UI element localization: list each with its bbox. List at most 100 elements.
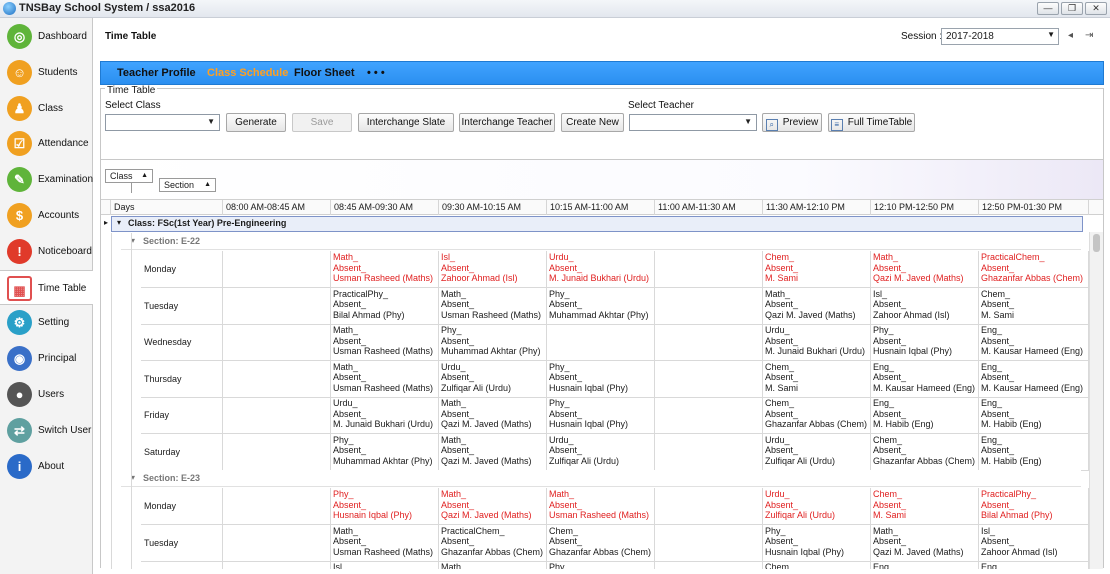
- table-row[interactable]: Tuesday PracticalPhy_ Absent_ Bilal Ahmad (…: [141, 287, 1089, 325]
- sidebar-item-students[interactable]: ☺ Students: [0, 55, 93, 90]
- period-cell[interactable]: [655, 561, 763, 569]
- period-cell[interactable]: Phy_ Absent_ Husnain Iqbal (Phy): [331, 488, 439, 525]
- period-cell[interactable]: Phy_Absent_: [547, 561, 655, 569]
- period-cell[interactable]: Urdu_ Absent_ Zulfiqar Ali (Urdu): [439, 360, 547, 398]
- period-cell[interactable]: Math_ Absent_ Usman Rasheed (Maths): [331, 360, 439, 398]
- period-cell[interactable]: [223, 360, 331, 398]
- period-cell[interactable]: Phy_ Absent_ Muhammad Akhtar (Phy): [331, 433, 439, 471]
- generate-button[interactable]: Generate: [226, 113, 286, 132]
- column-header-slot[interactable]: 11:00 AM-11:30 AM: [655, 200, 763, 215]
- period-cell[interactable]: Phy_ Absent_ Husnain Iqbal (Phy): [547, 360, 655, 398]
- column-header-slot[interactable]: 10:15 AM-11:00 AM: [547, 200, 655, 215]
- column-header-slot[interactable]: 12:50 PM-01:30 PM: [979, 200, 1089, 215]
- period-cell[interactable]: Phy_ Absent_ Husnain Iqbal (Phy): [547, 397, 655, 434]
- close-button[interactable]: ✕: [1085, 2, 1107, 15]
- vertical-scrollbar[interactable]: [1089, 232, 1103, 569]
- table-row[interactable]: Tuesday Math_ Absent_ Usman Rasheed (Maths)…: [141, 524, 1089, 562]
- period-cell[interactable]: [655, 488, 763, 525]
- full-timetable-button[interactable]: ≡ Full TimeTable: [828, 113, 915, 132]
- column-header-slot[interactable]: 12:10 PM-12:50 PM: [871, 200, 979, 215]
- save-button[interactable]: Save: [292, 113, 352, 132]
- minimize-button[interactable]: —: [1037, 2, 1059, 15]
- period-cell[interactable]: Eng_ Absent_ M. Habib (Eng): [979, 397, 1089, 434]
- group-chip-class[interactable]: Class ▲: [105, 169, 153, 183]
- period-cell[interactable]: Phy_ Absent_ Muhammad Akhtar (Phy): [439, 324, 547, 361]
- period-cell[interactable]: Chem_ Absent_ M. Sami: [763, 360, 871, 398]
- period-cell[interactable]: Urdu_ Absent_ M. Junaid Bukhari (Urdu): [331, 397, 439, 434]
- period-cell[interactable]: Math_ Absent_ Qazi M. Javed (Maths): [871, 251, 979, 288]
- period-cell[interactable]: Math_ Absent_ Usman Rasheed (Maths): [331, 524, 439, 562]
- session-select[interactable]: 2017-2018 ▼: [941, 28, 1059, 45]
- column-header-slot[interactable]: 08:45 AM-09:30 AM: [331, 200, 439, 215]
- sidebar-item-examination[interactable]: ✎ Examination: [0, 162, 93, 197]
- column-header-slot[interactable]: 09:30 AM-10:15 AM: [439, 200, 547, 215]
- period-cell[interactable]: Urdu_ Absent_ Zulfiqar Ali (Urdu): [547, 433, 655, 471]
- sidebar-item-attendance[interactable]: ☑ Attendance: [0, 126, 93, 161]
- create-new-button[interactable]: Create New: [561, 113, 624, 132]
- period-cell[interactable]: Urdu_ Absent_ M. Junaid Bukhari (Urdu): [763, 324, 871, 361]
- collapse-icon[interactable]: ▾: [117, 218, 121, 227]
- period-cell[interactable]: Isl_ Absent_ Zahoor Ahmad (Isl): [871, 287, 979, 325]
- period-cell[interactable]: [655, 433, 763, 471]
- period-cell[interactable]: Eng_ Absent_ M. Kausar Hameed (Eng): [871, 360, 979, 398]
- period-cell[interactable]: Chem_Absent_: [763, 561, 871, 569]
- period-cell[interactable]: Eng_ Absent_ M. Habib (Eng): [871, 397, 979, 434]
- tab-more[interactable]: • • •: [367, 67, 385, 79]
- interchange-teacher-button[interactable]: Interchange Teacher: [459, 113, 555, 132]
- period-cell[interactable]: [223, 561, 331, 569]
- select-teacher-dropdown[interactable]: ▼: [629, 114, 757, 131]
- period-cell[interactable]: Math_ Absent_ Usman Rasheed (Maths): [547, 488, 655, 525]
- table-row[interactable]: Wednesday Isl_Absent_Math_Absent_Phy_Abse…: [141, 561, 1089, 569]
- period-cell[interactable]: Math_ Absent_ Qazi M. Javed (Maths): [763, 287, 871, 325]
- period-cell[interactable]: Math_ Absent_ Usman Rasheed (Maths): [331, 251, 439, 288]
- sidebar-item-accounts[interactable]: $ Accounts: [0, 198, 93, 233]
- sidebar-item-principal[interactable]: ◉ Principal: [0, 341, 93, 376]
- period-cell[interactable]: Chem_ Absent_ M. Sami: [763, 251, 871, 288]
- exit-icon[interactable]: ⇥: [1085, 30, 1093, 41]
- period-cell[interactable]: Chem_ Absent_ M. Sami: [871, 488, 979, 525]
- period-cell[interactable]: [655, 251, 763, 288]
- period-cell[interactable]: Isl_ Absent_ Zahoor Ahmad (Isl): [979, 524, 1089, 562]
- tab-floor-sheet[interactable]: Floor Sheet: [294, 67, 355, 79]
- period-cell[interactable]: Urdu_ Absent_ Zulfiqar Ali (Urdu): [763, 488, 871, 525]
- period-cell[interactable]: [547, 324, 655, 361]
- period-cell[interactable]: [655, 524, 763, 562]
- table-row[interactable]: Monday Math_ Absent_ Usman Rasheed (Maths) I…: [141, 251, 1089, 288]
- class-group-row[interactable]: ▸ ▾ Class: FSc(1st Year) Pre-Engineering: [101, 216, 1103, 233]
- period-cell[interactable]: [223, 524, 331, 562]
- period-cell[interactable]: Math_ Absent_ Qazi M. Javed (Maths): [439, 397, 547, 434]
- tab-teacher-profile[interactable]: Teacher Profile: [117, 67, 196, 79]
- table-row[interactable]: Monday Phy_ Absent_ Husnain Iqbal (Phy) Math…: [141, 488, 1089, 525]
- interchange-slate-button[interactable]: Interchange Slate: [358, 113, 454, 132]
- table-row[interactable]: Thursday Math_ Absent_ Usman Rasheed (Maths…: [141, 360, 1089, 398]
- group-chip-section[interactable]: Section ▲: [159, 178, 216, 192]
- period-cell[interactable]: [655, 397, 763, 434]
- period-cell[interactable]: Isl_ Absent_ Zahoor Ahmad (Isl): [439, 251, 547, 288]
- period-cell[interactable]: [655, 324, 763, 361]
- table-row[interactable]: Saturday Phy_ Absent_ Muhammad Akhtar (Phy)…: [141, 433, 1089, 471]
- sidebar-item-users[interactable]: ● Users: [0, 377, 93, 412]
- period-cell[interactable]: Eng_Absent_: [979, 561, 1089, 569]
- period-cell[interactable]: Eng_ Absent_ M. Kausar Hameed (Eng): [979, 360, 1089, 398]
- period-cell[interactable]: [223, 324, 331, 361]
- scrollbar-thumb[interactable]: [1093, 234, 1100, 252]
- period-cell[interactable]: Chem_ Absent_ M. Sami: [979, 287, 1089, 325]
- period-cell[interactable]: [223, 397, 331, 434]
- period-cell[interactable]: PracticalChem_ Absent_ Ghazanfar Abbas (Ch…: [439, 524, 547, 562]
- period-cell[interactable]: Urdu_ Absent_ M. Junaid Bukhari (Urdu): [547, 251, 655, 288]
- back-arrow-icon[interactable]: ◂: [1068, 30, 1073, 41]
- period-cell[interactable]: Chem_ Absent_ Ghazanfar Abbas (Chem): [547, 524, 655, 562]
- sidebar-item-dashboard[interactable]: ◎ Dashboard: [0, 19, 93, 54]
- sidebar-item-setting[interactable]: ⚙ Setting: [0, 305, 93, 340]
- sidebar-item-noticeboard[interactable]: ! Noticeboard: [0, 234, 93, 269]
- period-cell[interactable]: Math_ Absent_ Usman Rasheed (Maths): [439, 287, 547, 325]
- period-cell[interactable]: Urdu_ Absent_ Zulfiqar Ali (Urdu): [763, 433, 871, 471]
- period-cell[interactable]: Math_Absent_: [439, 561, 547, 569]
- preview-button[interactable]: ⌕ Preview: [762, 113, 822, 132]
- column-header-slot[interactable]: 08:00 AM-08:45 AM: [223, 200, 331, 215]
- section-group-row[interactable]: ▾ Section: E-23: [121, 470, 1081, 487]
- period-cell[interactable]: [655, 360, 763, 398]
- period-cell[interactable]: Math_ Absent_ Qazi M. Javed (Maths): [439, 433, 547, 471]
- table-row[interactable]: Friday Urdu_ Absent_ M. Junaid Bukhari (Urd…: [141, 397, 1089, 434]
- period-cell[interactable]: [223, 433, 331, 471]
